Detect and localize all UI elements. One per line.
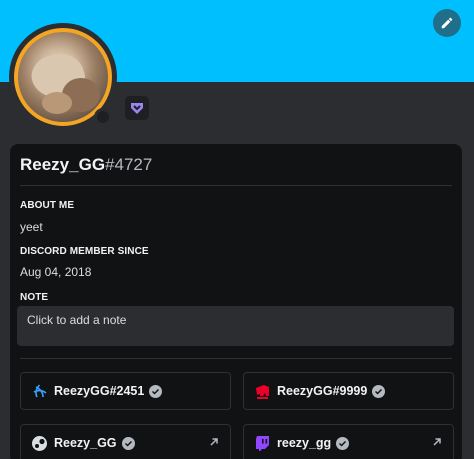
verified-check-icon [372,384,386,398]
external-link-icon[interactable] [208,436,220,448]
connection-steam[interactable]: Reezy_GG [20,424,231,459]
battlenet-icon [31,383,48,400]
username: Reezy_GG [20,155,106,174]
divider [20,358,452,359]
connection-name: Reezy_GG [54,436,117,450]
steam-icon [31,435,48,452]
note-input[interactable]: Click to add a note [17,306,454,346]
verified-check-icon [336,436,350,450]
status-indicator [94,108,112,126]
username-row[interactable]: Reezy_GG#4727 [20,155,152,175]
verified-check-icon [149,384,163,398]
profile-card: Reezy_GG#4727 ABOUT ME yeet DISCORD MEMB… [10,144,462,459]
about-me-text: yeet [20,220,43,234]
connection-name: reezy_gg [277,436,332,450]
member-since-date: Aug 04, 2018 [20,265,92,279]
edit-profile-button[interactable] [433,9,461,37]
note-heading: NOTE [20,292,49,303]
connection-battlenet[interactable]: ReezyGG#2451 [20,372,231,410]
about-me-heading: ABOUT ME [20,200,75,211]
connection-name: ReezyGG#9999 [277,384,368,398]
pencil-icon [441,17,453,29]
riot-games-icon [254,383,271,400]
divider [20,185,452,186]
discriminator: #4727 [105,155,153,174]
connection-name: ReezyGG#2451 [54,384,145,398]
twitch-icon [254,435,271,452]
hypesquad-icon [131,103,143,114]
external-link-icon[interactable] [431,436,443,448]
connection-twitch[interactable]: reezy_gg [243,424,454,459]
hypesquad-badge[interactable] [125,96,149,120]
connection-riot-games[interactable]: ReezyGG#9999 [243,372,454,410]
verified-check-icon [121,436,135,450]
member-since-heading: DISCORD MEMBER SINCE [20,246,149,257]
